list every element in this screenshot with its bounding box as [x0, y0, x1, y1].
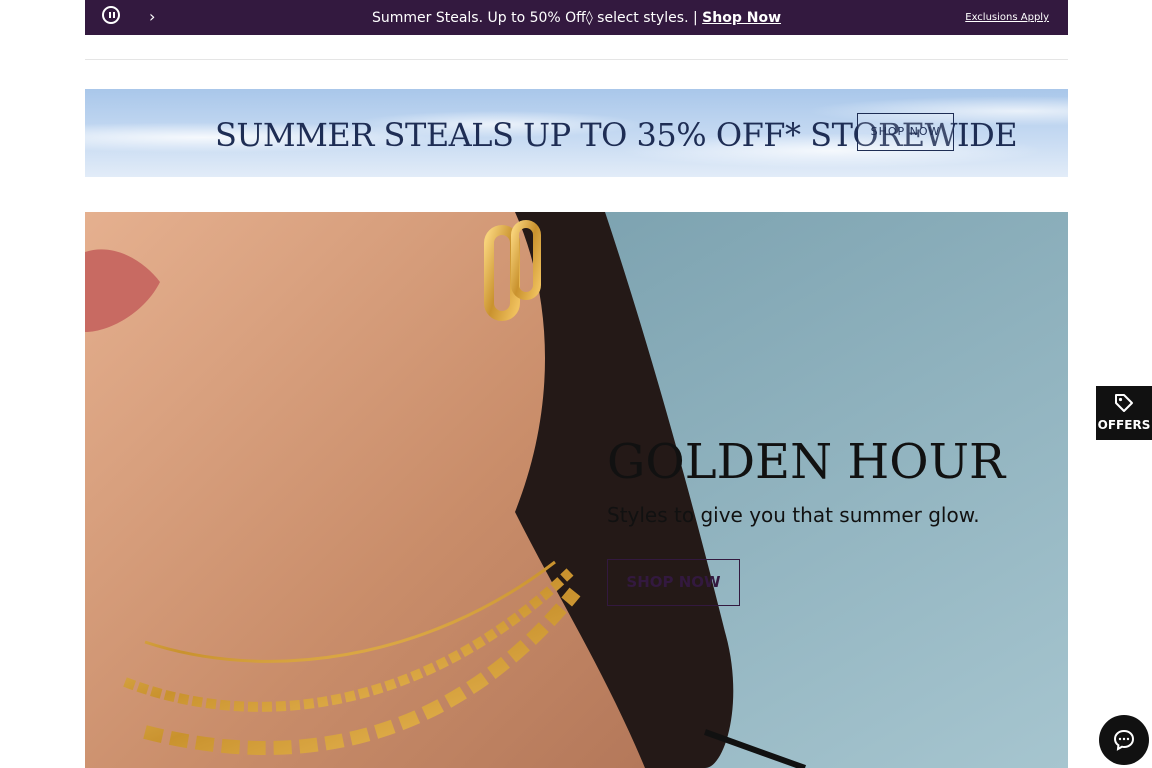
- hero-banner[interactable]: GOLDEN HOUR Styles to give you that summ…: [85, 212, 1068, 768]
- hero-title: GOLDEN HOUR: [607, 434, 1006, 490]
- chat-button[interactable]: [1099, 715, 1149, 765]
- exclusions-link[interactable]: Exclusions Apply: [965, 12, 1049, 23]
- hero-image: [85, 212, 1068, 768]
- promo-text: Summer Steals. Up to 50% Off◊ select sty…: [371, 10, 698, 26]
- promo-bar: › Summer Steals. Up to 50% Off◊ select s…: [85, 0, 1068, 35]
- hero-shop-button[interactable]: SHOP NOW: [607, 559, 740, 606]
- chat-icon: [1113, 729, 1135, 751]
- hero-subtitle: Styles to give you that summer glow.: [607, 503, 980, 527]
- tag-icon: [1115, 394, 1133, 412]
- promo-shop-now-link[interactable]: Shop Now: [702, 10, 781, 26]
- summer-banner-shop-button[interactable]: SHOP NOW: [857, 113, 954, 151]
- offers-label: OFFERS: [1097, 418, 1151, 432]
- divider: [85, 59, 1068, 60]
- offers-tab[interactable]: OFFERS: [1096, 386, 1152, 440]
- summer-banner[interactable]: SUMMER STEALS UP TO 35% OFF* STOREWIDE S…: [85, 89, 1068, 177]
- promo-message: Summer Steals. Up to 50% Off◊ select sty…: [85, 9, 1068, 27]
